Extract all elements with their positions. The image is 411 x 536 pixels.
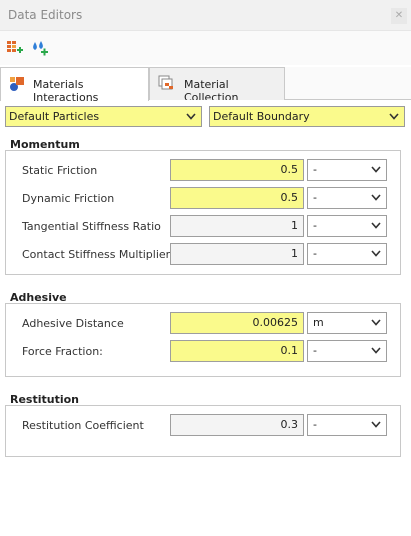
contact-stiffness-multiplier-unit-select[interactable]: - xyxy=(307,243,387,265)
tangential-stiffness-ratio-input[interactable]: 1 xyxy=(170,215,304,237)
static-friction-label: Static Friction xyxy=(22,164,98,177)
chevron-down-icon xyxy=(371,250,381,257)
chevron-down-icon xyxy=(371,421,381,428)
select-value: Default Particles xyxy=(9,110,100,123)
tab-material-collection[interactable]: Material Collection xyxy=(149,67,285,104)
force-fraction-label: Force Fraction: xyxy=(22,345,103,358)
dynamic-friction-unit-select[interactable]: - xyxy=(307,187,387,209)
boundary-select[interactable]: Default Boundary xyxy=(209,106,405,127)
unit-value: - xyxy=(313,191,317,204)
chevron-down-icon xyxy=(371,222,381,229)
force-fraction-unit-select[interactable]: - xyxy=(307,340,387,362)
unit-value: - xyxy=(313,344,317,357)
contact-stiffness-multiplier-label: Contact Stiffness Multiplier xyxy=(22,248,171,261)
tab-bar: Materials Interactions Material Collecti… xyxy=(0,67,411,104)
dynamic-friction-label: Dynamic Friction xyxy=(22,192,115,205)
force-fraction-input[interactable]: 0.1 xyxy=(170,340,304,362)
chevron-down-icon xyxy=(371,347,381,354)
unit-value: - xyxy=(313,219,317,232)
divider xyxy=(56,303,401,304)
unit-value: - xyxy=(313,163,317,176)
add-material-icon[interactable] xyxy=(6,39,24,57)
adhesive-distance-label: Adhesive Distance xyxy=(22,317,124,330)
unit-value: m xyxy=(313,316,324,329)
materials-interactions-icon xyxy=(9,76,25,95)
materials-interactions-panel: Default Particles Default Boundary Momen… xyxy=(0,100,411,536)
close-button[interactable]: ✕ xyxy=(391,8,407,24)
restitution-coefficient-input[interactable]: 0.3 xyxy=(170,414,304,436)
particles-select[interactable]: Default Particles xyxy=(5,106,202,127)
dynamic-friction-input[interactable]: 0.5 xyxy=(170,187,304,209)
static-friction-input[interactable]: 0.5 xyxy=(170,159,304,181)
contact-stiffness-multiplier-input[interactable]: 1 xyxy=(170,243,304,265)
material-collection-icon xyxy=(158,75,176,96)
toolbar xyxy=(0,31,411,65)
tab-label: Materials Interactions xyxy=(33,78,99,104)
adhesive-distance-unit-select[interactable]: m xyxy=(307,312,387,334)
tangential-stiffness-ratio-label: Tangential Stiffness Ratio xyxy=(22,220,161,233)
divider xyxy=(66,150,401,151)
window-title: Data Editors xyxy=(8,8,83,22)
title-bar: Data Editors ✕ xyxy=(0,0,411,31)
chevron-down-icon xyxy=(371,319,381,326)
restitution-coefficient-label: Restitution Coefficient xyxy=(22,419,144,432)
unit-value: - xyxy=(313,418,317,431)
tangential-stiffness-ratio-unit-select[interactable]: - xyxy=(307,215,387,237)
chevron-down-icon xyxy=(186,113,196,120)
chevron-down-icon xyxy=(371,194,381,201)
unit-value: - xyxy=(313,247,317,260)
select-value: Default Boundary xyxy=(213,110,310,123)
divider xyxy=(70,405,401,406)
add-drops-icon[interactable] xyxy=(31,39,49,57)
adhesive-distance-input[interactable]: 0.00625 xyxy=(170,312,304,334)
chevron-down-icon xyxy=(389,113,399,120)
restitution-coefficient-unit-select[interactable]: - xyxy=(307,414,387,436)
tab-materials-interactions[interactable]: Materials Interactions xyxy=(0,67,149,104)
static-friction-unit-select[interactable]: - xyxy=(307,159,387,181)
chevron-down-icon xyxy=(371,166,381,173)
